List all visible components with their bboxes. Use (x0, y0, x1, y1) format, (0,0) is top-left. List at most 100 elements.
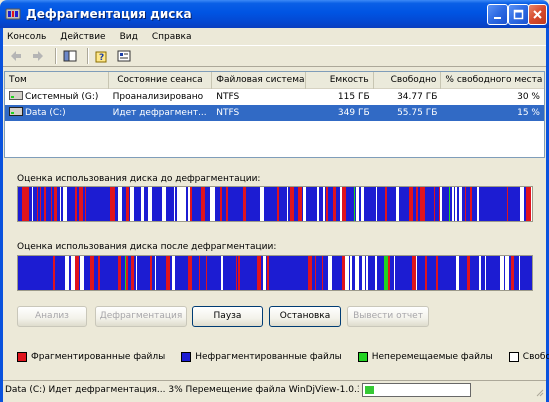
disk-map-cluster (342, 256, 345, 290)
column-header-file-system[interactable]: Файловая система (212, 72, 306, 89)
disk-map-cluster (436, 256, 438, 290)
console-tree-icon[interactable] (61, 47, 79, 65)
before-defrag-map-graphic (18, 187, 532, 221)
close-button[interactable] (528, 4, 547, 25)
legend-label: Фрагментированные файлы (31, 352, 166, 362)
view-report-button[interactable]: Вывести отчет (347, 306, 429, 327)
toolbar: ? (3, 45, 546, 67)
disk-map-cluster (470, 187, 472, 221)
disk-map-cluster (141, 187, 144, 221)
column-header-free-space[interactable]: Свободно (374, 72, 442, 89)
volume-file-system: NTFS (216, 108, 240, 118)
window-title: Дефрагментация диска (26, 7, 192, 21)
legend-item-unmovable: Неперемещаемые файлы (357, 352, 493, 362)
svg-text:?: ? (99, 53, 104, 63)
disk-map-cluster (90, 256, 94, 290)
disk-map-cluster (459, 187, 462, 221)
disk-map-cluster (333, 187, 336, 221)
disk-map-cluster (131, 256, 134, 290)
volume-file-system: NTFS (216, 92, 240, 102)
volume-name: Системный (G:) (25, 92, 99, 102)
resize-grip-icon[interactable] (534, 387, 544, 397)
disk-map-cluster (519, 256, 520, 290)
disk-map-cluster (98, 256, 100, 290)
disk-map-cluster (355, 256, 359, 290)
before-defrag-map (17, 186, 533, 222)
volume-list-header: Том Состояние сеанса Файловая система Ем… (5, 72, 544, 89)
forward-arrow-icon[interactable] (29, 47, 47, 65)
window-frame-left (0, 28, 3, 402)
help-icon[interactable]: ? (93, 47, 111, 65)
disk-map-cluster (75, 256, 79, 290)
toolbar-separator (87, 48, 89, 64)
analyze-button[interactable]: Анализ (17, 306, 87, 327)
disk-map-cluster (522, 187, 524, 221)
disk-map-cluster (409, 187, 413, 221)
disk-map-cluster (485, 256, 486, 290)
disk-map-cluster (342, 187, 346, 221)
menu-help[interactable]: Справка (152, 32, 192, 42)
disk-map-cluster (425, 256, 427, 290)
disk-map-background (18, 187, 532, 221)
disk-map-cluster (32, 187, 33, 221)
disk-map-cluster (85, 187, 86, 221)
disk-map-cluster (456, 256, 459, 290)
pause-button[interactable]: Пауза (192, 306, 263, 327)
disk-map-cluster (51, 187, 52, 221)
disk-map-cluster (201, 187, 205, 221)
disk-map-cluster (287, 187, 288, 221)
column-header-volume[interactable]: Том (5, 72, 109, 89)
disk-map-cluster (60, 187, 61, 221)
disk-map-cluster (80, 256, 84, 290)
disk-map-cluster (477, 187, 479, 221)
disk-map-cluster (172, 256, 175, 290)
disk-map-cluster (126, 256, 128, 290)
disk-map-cluster (125, 256, 126, 290)
maximize-button[interactable] (508, 4, 529, 25)
disk-map-cluster (385, 187, 387, 221)
disk-map-cluster (366, 256, 368, 290)
disk-map-cluster (531, 187, 532, 221)
volume-percent-free: 15 % (517, 108, 540, 118)
progress-fill (365, 386, 375, 394)
disk-map-cluster (350, 256, 352, 290)
menu-console[interactable]: Консоль (7, 32, 46, 42)
title-bar[interactable]: Дефрагментация диска (0, 0, 549, 28)
volume-name: Data (C:) (25, 108, 66, 118)
toolbar-separator (55, 48, 57, 64)
disk-map-cluster (257, 256, 261, 290)
column-header-session-state[interactable]: Состояние сеанса (109, 72, 213, 89)
disk-map-cluster (177, 187, 179, 221)
after-defrag-map (17, 255, 533, 291)
disk-map-cluster (449, 187, 450, 221)
disk-map-cluster (416, 256, 417, 290)
disk-map-cluster (188, 187, 190, 221)
status-bar: Data (C:) Идет дефрагментация... 3% Пере… (3, 380, 546, 399)
status-text: Data (C:) Идет дефрагментация... 3% Пере… (5, 385, 359, 395)
disk-map-cluster (440, 187, 442, 221)
menu-action[interactable]: Действие (60, 32, 105, 42)
properties-icon[interactable] (115, 47, 133, 65)
volume-row[interactable]: Системный (G:) Проанализировано NTFS 115… (5, 89, 544, 105)
disk-map-cluster (226, 187, 228, 221)
disk-map-cluster (243, 187, 246, 221)
disk-map-cluster (40, 187, 41, 221)
column-header-capacity[interactable]: Емкость (306, 72, 374, 89)
hard-drive-icon (9, 106, 23, 116)
volume-capacity: 349 ГБ (337, 108, 370, 118)
volume-row-selected[interactable]: Data (C:) Идет дефрагмент... NTFS 349 ГБ… (5, 105, 544, 121)
disk-map-cluster (345, 256, 349, 290)
menu-view[interactable]: Вид (120, 32, 138, 42)
disk-map-cluster (455, 187, 457, 221)
disk-map-cluster (362, 256, 365, 290)
defragment-button[interactable]: Дефрагментация (95, 306, 187, 327)
disk-map-cluster (65, 256, 69, 290)
column-header-percent-free[interactable]: % свободного места (441, 72, 544, 89)
minimize-button[interactable] (487, 4, 508, 25)
disk-map-cluster (452, 187, 454, 221)
volume-list[interactable]: Том Состояние сеанса Файловая система Ем… (4, 71, 545, 158)
legend-item-fragmented: Фрагментированные файлы (17, 352, 165, 362)
stop-button[interactable]: Остановка (269, 306, 341, 327)
disk-map-cluster (507, 187, 508, 221)
back-arrow-icon[interactable] (7, 47, 25, 65)
